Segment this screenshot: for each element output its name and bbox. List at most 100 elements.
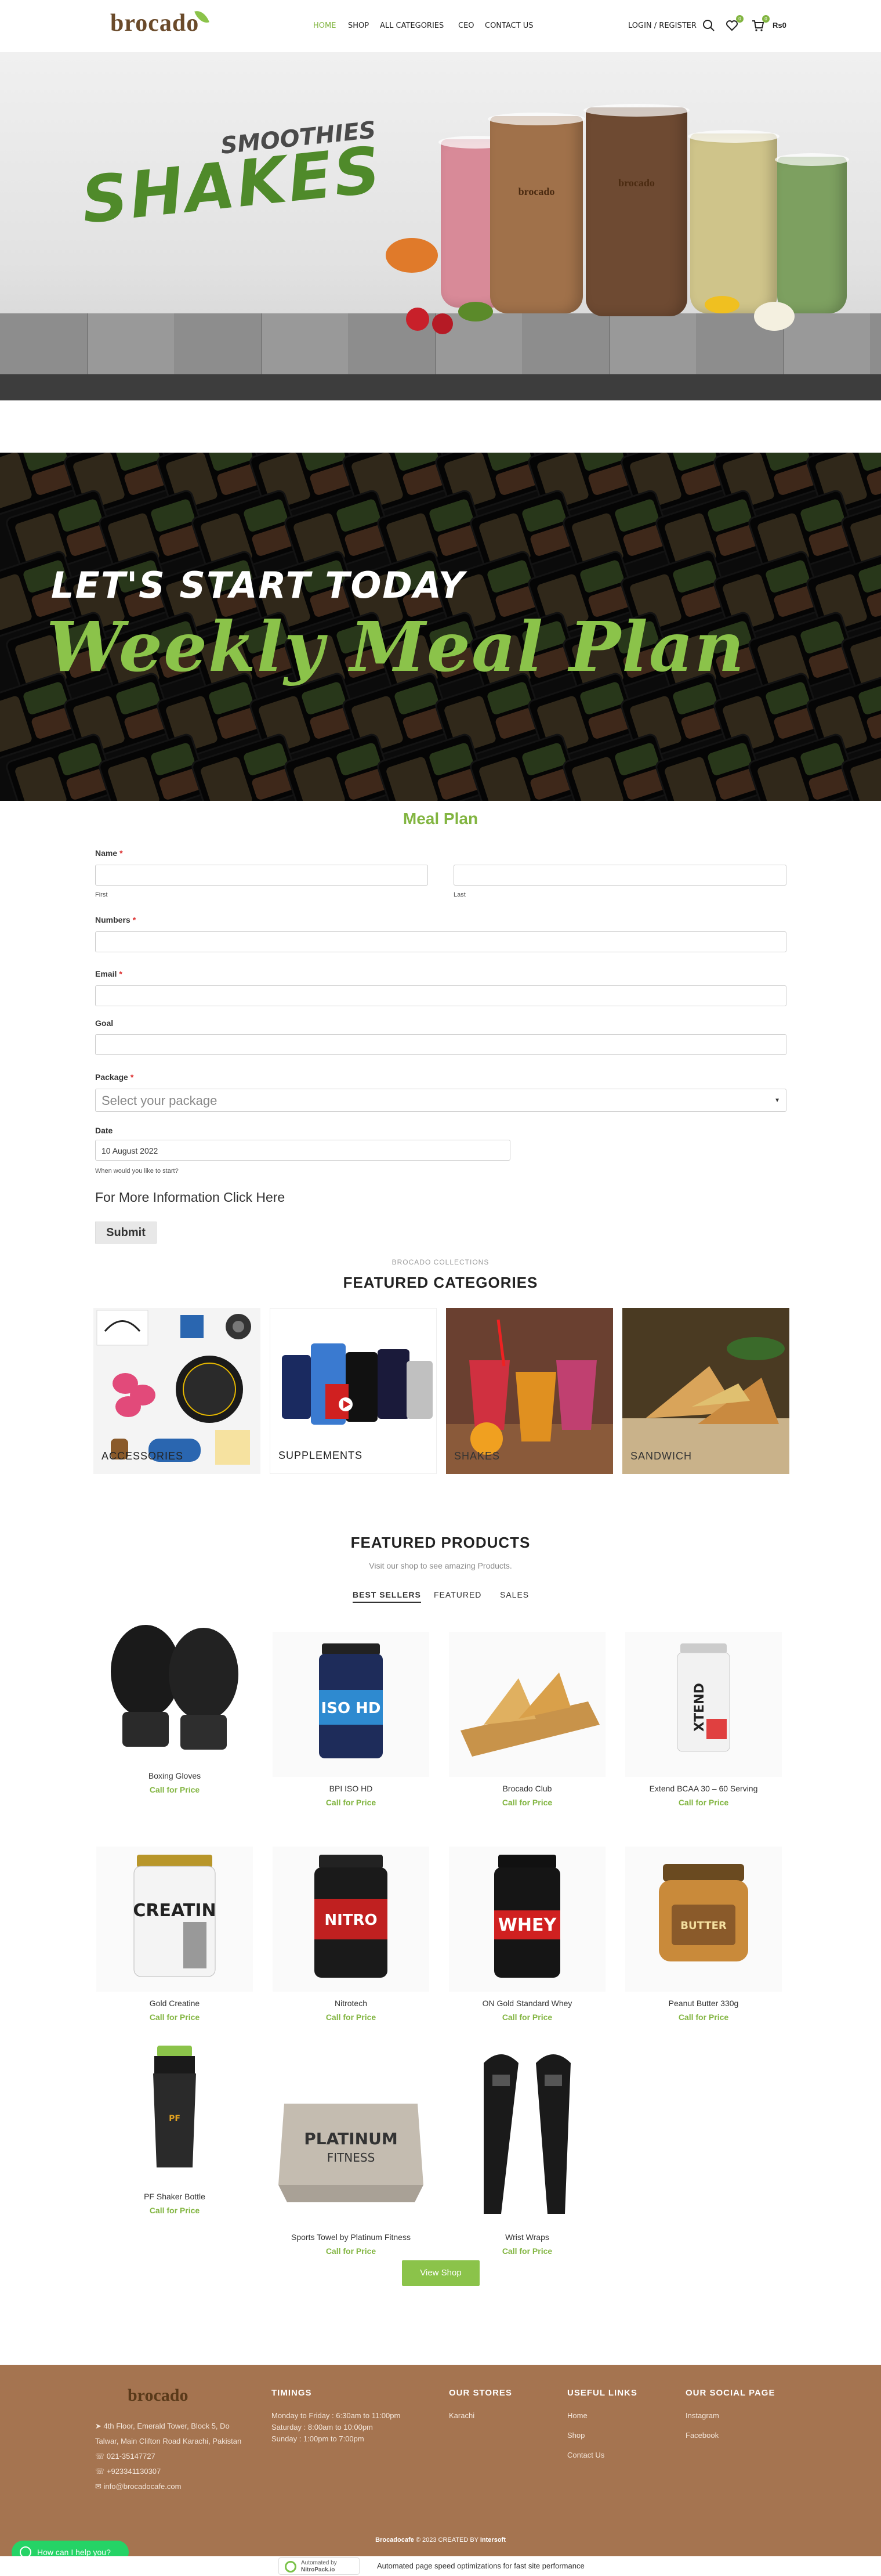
whey-tub-icon[interactable]: WHEY bbox=[449, 1847, 606, 1992]
submit-button[interactable]: Submit bbox=[95, 1222, 157, 1244]
product-name[interactable]: Wrist Wraps bbox=[443, 2232, 611, 2242]
nav-home[interactable]: HOME bbox=[313, 21, 336, 30]
email-link[interactable]: ✉ info@brocadocafe.com bbox=[95, 2482, 181, 2491]
package-select[interactable]: Select your package ▼ bbox=[95, 1089, 786, 1112]
nitrotech-tub-icon[interactable]: NITRO bbox=[273, 1847, 429, 1992]
footer-logo[interactable]: brocado bbox=[128, 2386, 188, 2405]
category-supplements[interactable]: SUPPLEMENTS bbox=[270, 1308, 437, 1474]
tab-sales[interactable]: SALES bbox=[500, 1590, 529, 1599]
products-subtitle: Visit our shop to see amazing Products. bbox=[369, 1561, 512, 1570]
creatine-tub-icon[interactable]: CREATIN bbox=[96, 1847, 253, 1992]
mail-icon: ✉ bbox=[95, 2482, 104, 2491]
bcaa-tub-icon[interactable]: XTEND bbox=[625, 1632, 782, 1777]
boxing-gloves-icon[interactable] bbox=[96, 1619, 253, 1764]
product-card[interactable]: BUTTER Peanut Butter 330g Call for Price bbox=[619, 1847, 788, 2022]
footer-link-shop[interactable]: Shop bbox=[567, 2431, 585, 2440]
peanut-butter-jar-icon[interactable]: BUTTER bbox=[625, 1847, 782, 1992]
timing-line: Saturday : 8:00am to 10:00pm bbox=[271, 2423, 373, 2432]
herb-leaves-image bbox=[458, 302, 493, 321]
protein-tub-icon[interactable]: ISO HD bbox=[273, 1632, 429, 1777]
product-name[interactable]: Nitrotech bbox=[267, 1999, 435, 2008]
product-card[interactable]: ISO HD BPI ISO HD Call for Price bbox=[267, 1632, 435, 1807]
strawberry-image bbox=[432, 313, 453, 334]
nav-shop[interactable]: SHOP bbox=[348, 21, 369, 30]
product-card[interactable]: Wrist Wraps Call for Price bbox=[443, 2040, 611, 2256]
product-price: Call for Price bbox=[502, 2013, 553, 2022]
date-input[interactable]: 10 August 2022 bbox=[95, 1140, 510, 1161]
store-link[interactable]: Karachi bbox=[449, 2411, 474, 2420]
accessories-image bbox=[96, 1310, 251, 1465]
login-register-link[interactable]: LOGIN / REGISTER bbox=[628, 21, 697, 30]
product-card[interactable]: CREATIN Gold Creatine Call for Price bbox=[90, 1847, 259, 2022]
more-info-link[interactable]: For More Information Click Here bbox=[95, 1190, 285, 1205]
email-input[interactable] bbox=[95, 985, 786, 1006]
product-price: Call for Price bbox=[502, 2246, 553, 2256]
product-price: Call for Price bbox=[149, 2013, 200, 2022]
category-label: ACCESSORIES bbox=[101, 1450, 184, 1462]
name-label: Name * bbox=[95, 848, 123, 858]
tab-best-sellers[interactable]: BEST SELLERS bbox=[353, 1590, 421, 1603]
product-name[interactable]: BPI ISO HD bbox=[267, 1784, 435, 1793]
wishlist-icon[interactable]: 0 bbox=[725, 15, 744, 32]
category-shakes[interactable]: SHAKES bbox=[446, 1308, 613, 1474]
social-facebook[interactable]: Facebook bbox=[686, 2431, 719, 2440]
category-accessories[interactable]: ACCESSORIES bbox=[93, 1308, 260, 1474]
last-name-input[interactable] bbox=[454, 865, 786, 886]
footer-link-contact[interactable]: Contact Us bbox=[567, 2451, 604, 2459]
product-card[interactable]: XTEND Extend BCAA 30 – 60 Serving Call f… bbox=[619, 1632, 788, 1807]
product-name[interactable]: PF Shaker Bottle bbox=[90, 2192, 259, 2201]
tab-featured[interactable]: FEATURED bbox=[434, 1590, 481, 1599]
product-name[interactable]: Sports Towel by Platinum Fitness bbox=[267, 2232, 435, 2242]
nav-contact-us[interactable]: CONTACT US bbox=[485, 21, 534, 30]
brand-logo[interactable]: brocado bbox=[110, 8, 210, 37]
product-card[interactable]: NITRO Nitrotech Call for Price bbox=[267, 1847, 435, 2022]
view-shop-button[interactable]: View Shop bbox=[402, 2260, 480, 2286]
club-sandwich-icon[interactable] bbox=[449, 1632, 606, 1777]
hero-slider[interactable]: SMOOTHIES SHAKES brocado brocado bbox=[0, 52, 881, 400]
numbers-input[interactable] bbox=[95, 931, 786, 952]
category-label: SUPPLEMENTS bbox=[278, 1450, 363, 1461]
form-title: Meal Plan bbox=[403, 810, 478, 828]
cart-total[interactable]: Rs0 bbox=[773, 21, 786, 30]
caramel-shake-glass: brocado bbox=[488, 113, 585, 313]
first-name-input[interactable] bbox=[95, 865, 428, 886]
product-name[interactable]: Brocado Club bbox=[443, 1784, 611, 1793]
svg-text:XTEND: XTEND bbox=[693, 1683, 707, 1732]
product-card[interactable]: Brocado Club Call for Price bbox=[443, 1632, 611, 1807]
hero-bottom-band bbox=[0, 374, 881, 400]
product-name[interactable]: Boxing Gloves bbox=[90, 1771, 259, 1780]
pineapple-image bbox=[705, 296, 739, 313]
product-card[interactable]: PLATINUM FITNESS Sports Towel by Platinum… bbox=[267, 2080, 435, 2256]
phone-icon: ☏ bbox=[95, 2452, 107, 2461]
product-price: Call for Price bbox=[678, 1798, 729, 1807]
svg-text:NITRO: NITRO bbox=[324, 1912, 377, 1929]
products-title: FEATURED PRODUCTS bbox=[350, 1534, 531, 1551]
towel-icon[interactable]: PLATINUM FITNESS bbox=[273, 2080, 429, 2225]
category-sandwich[interactable]: SANDWICH bbox=[622, 1308, 789, 1474]
footer-link-home[interactable]: Home bbox=[567, 2411, 588, 2420]
product-card[interactable]: WHEY ON Gold Standard Whey Call for Pric… bbox=[443, 1847, 611, 2022]
package-placeholder: Select your package bbox=[101, 1093, 217, 1108]
social-instagram[interactable]: Instagram bbox=[686, 2411, 719, 2420]
goal-input[interactable] bbox=[95, 1034, 786, 1055]
nitropack-badge[interactable]: Automated by NitroPack.io bbox=[278, 2557, 360, 2575]
nav-ceo[interactable]: CEO bbox=[458, 21, 474, 30]
strawberry-image bbox=[406, 308, 429, 331]
shaker-bottle-icon[interactable]: PF bbox=[96, 2040, 253, 2185]
product-name[interactable]: Extend BCAA 30 – 60 Serving bbox=[619, 1784, 788, 1793]
date-label: Date bbox=[95, 1126, 113, 1135]
product-card[interactable]: Boxing Gloves Call for Price bbox=[90, 1619, 259, 1794]
product-name[interactable]: Peanut Butter 330g bbox=[619, 1999, 788, 2008]
cart-icon[interactable]: 0 bbox=[751, 15, 770, 32]
shakes-image bbox=[446, 1308, 613, 1474]
location-pin-icon: ➤ bbox=[95, 2422, 104, 2430]
phone-2[interactable]: ☏ +923341130307 bbox=[95, 2467, 161, 2476]
sandwich-image bbox=[622, 1308, 789, 1474]
product-name[interactable]: Gold Creatine bbox=[90, 1999, 259, 2008]
phone-1[interactable]: ☏ 021-35147727 bbox=[95, 2452, 155, 2461]
nav-all-categories[interactable]: ALL CATEGORIES bbox=[380, 21, 444, 30]
product-card[interactable]: PF PF Shaker Bottle Call for Price bbox=[90, 2040, 259, 2215]
wrist-wraps-icon[interactable] bbox=[449, 2040, 606, 2225]
product-name[interactable]: ON Gold Standard Whey bbox=[443, 1999, 611, 2008]
search-icon[interactable] bbox=[702, 19, 716, 32]
